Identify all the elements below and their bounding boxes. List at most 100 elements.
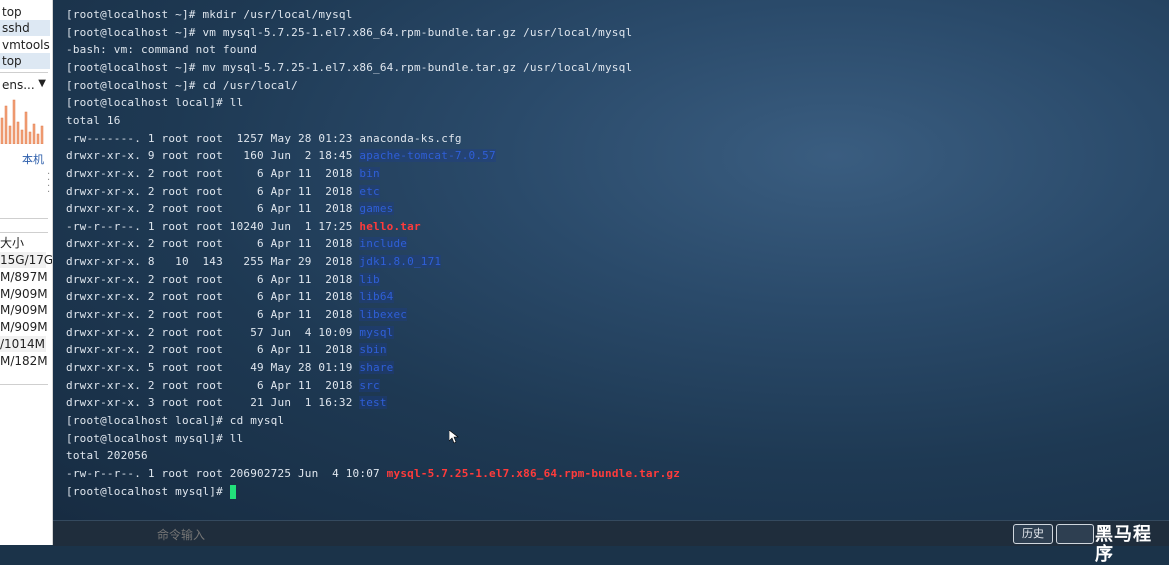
terminal-line-text: drwxr-xr-x. 2 root root 6 Apr 11 2018 xyxy=(66,237,360,251)
terminal-line: drwxr-xr-x. 2 root root 6 Apr 11 2018 li… xyxy=(66,306,408,323)
terminal-line-text: drwxr-xr-x. 2 root root 6 Apr 11 2018 xyxy=(66,378,360,392)
disk-size-value: M/909M xyxy=(0,303,48,317)
terminal-line: -rw-r--r--. 1 root root 206902725 Jun 4 … xyxy=(66,465,680,482)
terminal-line: [root@localhost ~]# vm mysql-5.7.25-1.el… xyxy=(66,24,632,41)
directory-name: games xyxy=(359,202,394,216)
terminal-line: drwxr-xr-x. 5 root root 49 May 28 01:19 … xyxy=(66,359,394,376)
command-input[interactable] xyxy=(155,525,979,545)
directory-name: sbin xyxy=(359,343,387,357)
network-traffic-chart xyxy=(0,99,44,144)
process-item-sshd[interactable]: sshd xyxy=(0,20,50,36)
sidebar-divider xyxy=(0,232,48,233)
command-bar: 历史 黑马程序 xyxy=(53,520,1169,565)
disk-size-value: /1014M xyxy=(0,336,46,352)
local-machine-label: 本机 xyxy=(22,153,44,166)
directory-name: src xyxy=(359,378,380,392)
terminal-line: drwxr-xr-x. 2 root root 6 Apr 11 2018 sr… xyxy=(66,377,380,394)
terminal-line: drwxr-xr-x. 8 10 143 255 Mar 29 2018 jdk… xyxy=(66,253,442,270)
mouse-pointer-icon xyxy=(449,430,459,444)
terminal-line-text: -rw-------. 1 root root 1257 May 28 01:2… xyxy=(66,131,360,145)
terminal-line: [root@localhost ~]# mv mysql-5.7.25-1.el… xyxy=(66,59,632,76)
process-item-top-2[interactable]: top xyxy=(0,53,50,69)
sidebar-divider xyxy=(0,384,48,385)
traffic-bar xyxy=(20,129,24,144)
terminal-line-text: drwxr-xr-x. 2 root root 6 Apr 11 2018 xyxy=(66,166,360,180)
process-item-vmtools[interactable]: vmtools xyxy=(0,37,50,53)
disk-size-value: M/909M xyxy=(0,287,48,301)
terminal-line: drwxr-xr-x. 2 root root 6 Apr 11 2018 ga… xyxy=(66,200,394,217)
terminal-line: -bash: vm: command not found xyxy=(66,41,257,58)
directory-name: lib xyxy=(359,272,380,286)
traffic-bar xyxy=(4,105,8,144)
disk-size-value: M/897M xyxy=(0,270,48,284)
terminal-line-text: drwxr-xr-x. 2 root root 6 Apr 11 2018 xyxy=(66,290,360,304)
session-sidebar: top sshd vmtools top ens... ▼ 本机 · · · · 大小… xyxy=(0,0,53,545)
chevron-down-icon: ▼ xyxy=(38,78,46,89)
directory-name: lib64 xyxy=(359,290,394,304)
terminal-line: drwxr-xr-x. 2 root root 6 Apr 11 2018 li… xyxy=(66,271,380,288)
network-interface-select[interactable]: ens... ▼ xyxy=(2,78,46,92)
directory-name: share xyxy=(359,361,394,374)
traffic-bar xyxy=(0,117,4,144)
terminal-line-text: [root@localhost local]# ll xyxy=(66,96,244,110)
terminal-line-text: drwxr-xr-x. 2 root root 6 Apr 11 2018 xyxy=(66,202,360,216)
terminal-line-text: total 16 xyxy=(66,113,121,127)
terminal-line-text: [root@localhost local]# cd mysql xyxy=(66,413,285,427)
traffic-bar xyxy=(24,111,28,144)
file-name: hello.tar xyxy=(359,219,421,233)
terminal-cursor xyxy=(229,484,236,499)
terminal-line-text: [root@localhost mysql]# xyxy=(66,484,230,498)
traffic-bar xyxy=(40,125,44,144)
terminal-line-text: [root@localhost ~]# cd /usr/local/ xyxy=(66,78,298,92)
sidebar-divider xyxy=(0,218,48,219)
directory-name: libexec xyxy=(359,308,408,322)
file-name: mysql-5.7.25-1.el7.x86_64.rpm-bundle.tar… xyxy=(386,466,681,480)
traffic-bar xyxy=(28,131,32,144)
terminal-line: total 16 xyxy=(66,112,121,129)
terminal-line: [root@localhost local]# ll xyxy=(66,94,243,111)
terminal-line-text: drwxr-xr-x. 9 root root 160 Jun 2 18:45 xyxy=(66,149,360,163)
terminal-line-text: [root@localhost ~]# mkdir /usr/local/mys… xyxy=(66,8,353,21)
terminal-line-text: total 202056 xyxy=(66,449,148,463)
terminal-line: drwxr-xr-x. 2 root root 6 Apr 11 2018 in… xyxy=(66,235,408,252)
terminal-line: [root@localhost ~]# mkdir /usr/local/mys… xyxy=(66,6,353,23)
terminal-line: drwxr-xr-x. 9 root root 160 Jun 2 18:45 … xyxy=(66,147,496,164)
history-button[interactable]: 历史 xyxy=(1013,524,1053,544)
terminal-line-text: drwxr-xr-x. 3 root root 21 Jun 1 16:32 xyxy=(66,396,360,410)
terminal-line-text: -bash: vm: command not found xyxy=(66,43,258,57)
traffic-bar xyxy=(16,121,20,144)
traffic-bar xyxy=(32,123,36,144)
options-button[interactable] xyxy=(1056,524,1094,544)
sidebar-divider xyxy=(0,72,48,73)
terminal-line: total 202056 xyxy=(66,447,148,464)
process-item-top[interactable]: top xyxy=(0,4,50,20)
directory-name: mysql xyxy=(359,325,394,339)
terminal-line: [root@localhost mysql]# xyxy=(66,483,236,500)
traffic-bar xyxy=(12,99,16,144)
terminal-line-text: drwxr-xr-x. 2 root root 6 Apr 11 2018 xyxy=(66,184,360,198)
splitter-handle[interactable]: · · · · xyxy=(47,170,50,198)
terminal-line-text: -rw-r--r--. 1 root root 10240 Jun 1 17:2… xyxy=(66,219,360,233)
directory-name: etc xyxy=(359,184,380,198)
traffic-bar xyxy=(8,125,12,144)
traffic-bar xyxy=(36,133,40,144)
directory-name: include xyxy=(359,237,408,251)
terminal-line-text: [root@localhost mysql]# ll xyxy=(66,431,244,445)
terminal-line-text: drwxr-xr-x. 2 root root 6 Apr 11 2018 xyxy=(66,343,360,357)
terminal-line-text: [root@localhost ~]# vm mysql-5.7.25-1.el… xyxy=(66,25,633,39)
terminal-line: drwxr-xr-x. 2 root root 6 Apr 11 2018 sb… xyxy=(66,341,387,358)
directory-name: bin xyxy=(359,166,380,180)
terminal-line-text: drwxr-xr-x. 2 root root 57 Jun 4 10:09 xyxy=(66,325,360,339)
disk-size-value: 15G/17G xyxy=(0,252,53,268)
disk-size-header: 大小 xyxy=(0,236,25,250)
terminal-line: [root@localhost local]# cd mysql xyxy=(66,412,284,429)
directory-name: jdk1.8.0_171 xyxy=(359,255,442,269)
terminal-line: drwxr-xr-x. 2 root root 6 Apr 11 2018 bi… xyxy=(66,165,380,182)
directory-name: apache-tomcat-7.0.57 xyxy=(359,149,496,163)
terminal-output[interactable]: [root@localhost ~]# mkdir /usr/local/mys… xyxy=(53,0,1169,520)
disk-size-value: M/909M xyxy=(0,320,48,334)
terminal-line-text: [root@localhost ~]# mv mysql-5.7.25-1.el… xyxy=(66,60,633,74)
file-name: anaconda-ks.cfg xyxy=(359,131,462,145)
terminal-line: [root@localhost ~]# cd /usr/local/ xyxy=(66,77,298,94)
terminal-line-text: drwxr-xr-x. 8 10 143 255 Mar 29 2018 xyxy=(66,255,360,269)
